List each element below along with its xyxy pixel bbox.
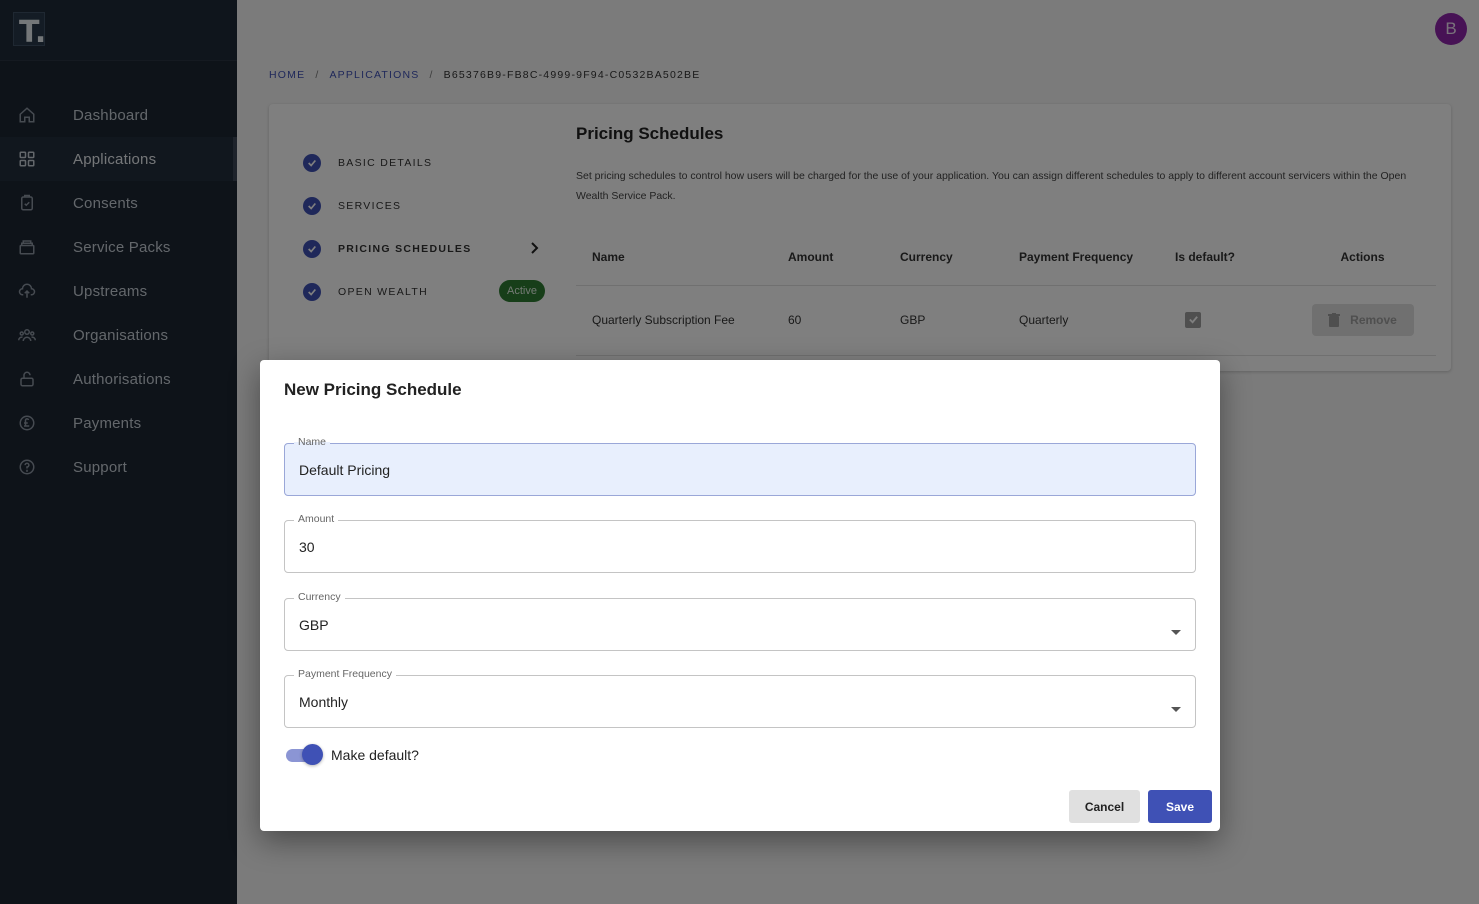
amount-field-label: Amount [294,513,339,525]
make-default-label: Make default? [331,747,419,763]
currency-value: GBP [299,617,329,633]
name-field-label: Name [294,436,331,448]
currency-select[interactable]: Currency GBP [284,591,1196,651]
currency-field-label: Currency [294,591,345,603]
make-default-row: Make default? [284,744,419,766]
payment-frequency-label: Payment Frequency [294,668,396,680]
dropdown-arrow-icon [1171,622,1181,640]
amount-field[interactable]: Amount [284,513,1196,573]
cancel-button[interactable]: Cancel [1069,790,1140,823]
name-input[interactable] [299,462,1159,478]
dialog-title: New Pricing Schedule [284,380,462,399]
make-default-toggle[interactable] [284,744,323,766]
dropdown-arrow-icon [1171,699,1181,717]
toggle-thumb [302,744,323,765]
name-field[interactable]: Name [284,436,1196,496]
payment-frequency-value: Monthly [299,694,349,710]
save-button[interactable]: Save [1148,790,1212,823]
new-pricing-schedule-dialog: New Pricing Schedule Name Amount Currenc… [260,360,1220,831]
payment-frequency-select[interactable]: Payment Frequency Monthly [284,668,1196,728]
amount-input[interactable] [299,539,1159,555]
